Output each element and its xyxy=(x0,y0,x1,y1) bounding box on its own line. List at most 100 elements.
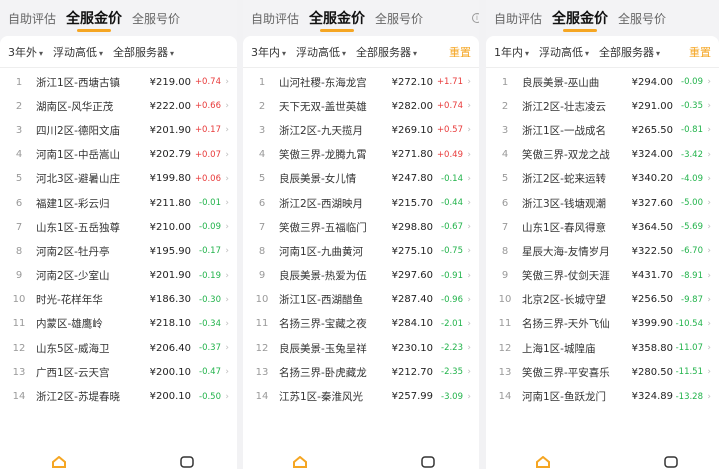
list-item[interactable]: 3 四川2区-德阳文庙 ¥201.90 +0.17 › xyxy=(0,118,237,142)
filter-bar: 1年内 ▾ 浮动高低 ▾ 全部服务器 ▾ 重置 xyxy=(486,36,719,68)
list-item[interactable]: 11 名扬三界-宝藏之夜 ¥284.10 -2.01 › xyxy=(243,312,479,336)
list-item[interactable]: 10 时光-花样年华 ¥186.30 -0.30 › xyxy=(0,288,237,312)
info-icon[interactable]: i xyxy=(472,13,479,23)
tab-gold-price[interactable]: 全服金价 xyxy=(552,8,608,32)
gold-price: ¥201.90 xyxy=(149,124,191,136)
list-item[interactable]: 9 笑傲三界-仗剑天涯 ¥431.70 -8.91 › xyxy=(486,264,719,288)
list-item[interactable]: 9 良辰美景-热爱为伍 ¥297.60 -0.91 › xyxy=(243,264,479,288)
list-item[interactable]: 8 星辰大海-友情岁月 ¥322.50 -6.70 › xyxy=(486,239,719,263)
tab-self-assess[interactable]: 自助评估 xyxy=(494,10,542,27)
list-card: 3年内 ▾ 浮动高低 ▾ 全部服务器 ▾ 重置 1 山河社稷-东海龙宫 ¥272.10 +1… xyxy=(243,36,479,469)
list-item[interactable]: 4 笑傲三界-龙腾九霄 ¥271.80 +0.49 › xyxy=(243,143,479,167)
server-name: 星辰大海-友情岁月 xyxy=(522,245,610,258)
list-item[interactable]: 12 良辰美景-玉兔呈祥 ¥230.10 -2.23 › xyxy=(243,336,479,360)
list-item[interactable]: 14 浙江2区-苏堤春晓 ¥200.10 -0.50 › xyxy=(0,384,237,408)
gold-price: ¥399.90 xyxy=(631,318,673,330)
list-item[interactable]: 7 笑傲三界-五福临门 ¥298.80 -0.67 › xyxy=(243,215,479,239)
rank-number: 11 xyxy=(12,318,26,330)
list-item[interactable]: 5 良辰美景-女儿情 ¥247.80 -0.14 › xyxy=(243,167,479,191)
filter-sort-label: 浮动高低 xyxy=(296,45,341,59)
server-name: 良辰美景-巫山曲 xyxy=(522,76,600,89)
list-item[interactable]: 3 浙江2区-九天揽月 ¥269.10 +0.57 › xyxy=(243,118,479,142)
gold-price: ¥247.80 xyxy=(391,173,433,185)
home-icon[interactable] xyxy=(52,456,66,468)
reset-button[interactable]: 重置 xyxy=(689,44,711,60)
chevron-right-icon: › xyxy=(467,173,471,184)
list-item[interactable]: 1 浙江1区-西塘古镇 ¥219.00 +0.74 › xyxy=(0,70,237,94)
tab-gold-price[interactable]: 全服金价 xyxy=(309,8,365,32)
list-item[interactable]: 13 名扬三界-卧虎藏龙 ¥212.70 -2.35 › xyxy=(243,360,479,384)
filter-server[interactable]: 全部服务器 ▾ xyxy=(599,44,660,60)
chat-icon[interactable] xyxy=(664,456,678,468)
rank-number: 14 xyxy=(12,391,26,403)
list-item[interactable]: 5 浙江2区-蛇来运转 ¥340.20 -4.09 › xyxy=(486,167,719,191)
list-item[interactable]: 14 江苏1区-秦淮风光 ¥257.99 -3.09 › xyxy=(243,384,479,408)
filter-sort[interactable]: 浮动高低 ▾ xyxy=(53,44,103,60)
list-item[interactable]: 10 北京2区-长城守望 ¥256.50 -9.87 › xyxy=(486,288,719,312)
list-item[interactable]: 14 河南1区-鱼跃龙门 ¥324.89 -13.28 › xyxy=(486,384,719,408)
gold-price: ¥340.20 xyxy=(631,173,673,185)
price-change: -8.91 xyxy=(681,270,703,281)
list-item[interactable]: 6 浙江3区-钱塘观潮 ¥327.60 -5.00 › xyxy=(486,191,719,215)
chevron-right-icon: › xyxy=(225,222,229,233)
list-item[interactable]: 12 上海1区-城隍庙 ¥358.80 -11.07 › xyxy=(486,336,719,360)
reset-button[interactable]: 重置 xyxy=(449,44,471,60)
tab-account-price[interactable]: 全服号价 xyxy=(618,10,666,27)
filter-server[interactable]: 全部服务器 ▾ xyxy=(113,44,174,60)
list-item[interactable]: 12 山东5区-威海卫 ¥206.40 -0.37 › xyxy=(0,336,237,360)
rank-number: 10 xyxy=(12,294,26,306)
filter-age[interactable]: 1年内 ▾ xyxy=(494,44,529,60)
tab-account-price[interactable]: 全服号价 xyxy=(375,10,423,27)
list-item[interactable]: 8 河南2区-牡丹亭 ¥195.90 -0.17 › xyxy=(0,239,237,263)
chevron-right-icon: › xyxy=(707,222,711,233)
list-item[interactable]: 3 浙江1区-一战成名 ¥265.50 -0.81 › xyxy=(486,118,719,142)
list-item[interactable]: 1 山河社稷-东海龙宫 ¥272.10 +1.71 › xyxy=(243,70,479,94)
filter-age[interactable]: 3年外 ▾ xyxy=(8,44,43,60)
price-change: +0.49 xyxy=(436,149,463,160)
chat-icon[interactable] xyxy=(180,456,194,468)
server-name: 山东5区-威海卫 xyxy=(36,342,110,355)
server-name: 笑傲三界-仗剑天涯 xyxy=(522,270,610,283)
list-item[interactable]: 11 内蒙区-雄鹰岭 ¥218.10 -0.34 › xyxy=(0,312,237,336)
server-name: 名扬三界-天外飞仙 xyxy=(522,318,610,331)
price-change: -11.51 xyxy=(675,367,703,378)
tab-self-assess[interactable]: 自助评估 xyxy=(251,10,299,27)
list-item[interactable]: 13 笑傲三界-平安喜乐 ¥280.50 -11.51 › xyxy=(486,360,719,384)
list-item[interactable]: 6 浙江2区-西湖映月 ¥215.70 -0.44 › xyxy=(243,191,479,215)
price-change: +1.71 xyxy=(436,77,463,88)
list-item[interactable]: 13 广西1区-云天宫 ¥200.10 -0.47 › xyxy=(0,360,237,384)
server-name: 名扬三界-宝藏之夜 xyxy=(279,318,367,331)
list-item[interactable]: 6 福建1区-彩云归 ¥211.80 -0.01 › xyxy=(0,191,237,215)
tab-self-assess[interactable]: 自助评估 xyxy=(8,10,56,27)
home-icon[interactable] xyxy=(293,456,307,468)
home-icon[interactable] xyxy=(536,456,550,468)
gold-price: ¥294.00 xyxy=(631,76,673,88)
filter-server[interactable]: 全部服务器 ▾ xyxy=(356,44,417,60)
server-name: 上海1区-城隍庙 xyxy=(522,342,596,355)
filter-age[interactable]: 3年内 ▾ xyxy=(251,44,286,60)
server-name: 湖南区-风华正茂 xyxy=(36,100,114,113)
chevron-right-icon: › xyxy=(467,318,471,329)
list-item[interactable]: 7 山东1区-春风得意 ¥364.50 -5.69 › xyxy=(486,215,719,239)
server-name: 良辰美景-女儿情 xyxy=(279,173,357,186)
list-item[interactable]: 8 河南1区-九曲黄河 ¥275.10 -0.75 › xyxy=(243,239,479,263)
list-item[interactable]: 2 湖南区-风华正茂 ¥222.00 +0.66 › xyxy=(0,94,237,118)
tab-account-price[interactable]: 全服号价 xyxy=(132,10,180,27)
filter-sort[interactable]: 浮动高低 ▾ xyxy=(539,44,589,60)
list-item[interactable]: 4 笑傲三界-双龙之战 ¥324.00 -3.42 › xyxy=(486,143,719,167)
list-item[interactable]: 5 河北3区-避暑山庄 ¥199.80 +0.06 › xyxy=(0,167,237,191)
tab-gold-price[interactable]: 全服金价 xyxy=(66,8,122,32)
price-change: -11.07 xyxy=(675,343,703,354)
list-item[interactable]: 9 河南2区-少室山 ¥201.90 -0.19 › xyxy=(0,264,237,288)
list-item[interactable]: 2 天下无双-盖世英雄 ¥282.00 +0.74 › xyxy=(243,94,479,118)
list-item[interactable]: 1 良辰美景-巫山曲 ¥294.00 -0.09 › xyxy=(486,70,719,94)
list-item[interactable]: 4 河南1区-中岳嵩山 ¥202.79 +0.07 › xyxy=(0,143,237,167)
gold-price: ¥275.10 xyxy=(391,245,433,257)
list-item[interactable]: 2 浙江2区-壮志凌云 ¥291.00 -0.35 › xyxy=(486,94,719,118)
list-item[interactable]: 11 名扬三界-天外飞仙 ¥399.90 -10.54 › xyxy=(486,312,719,336)
chat-icon[interactable] xyxy=(421,456,435,468)
gold-price: ¥210.00 xyxy=(149,221,191,233)
filter-sort[interactable]: 浮动高低 ▾ xyxy=(296,44,346,60)
list-item[interactable]: 10 浙江1区-西湖醋鱼 ¥287.40 -0.96 › xyxy=(243,288,479,312)
list-item[interactable]: 7 山东1区-五岳独尊 ¥210.00 -0.09 › xyxy=(0,215,237,239)
